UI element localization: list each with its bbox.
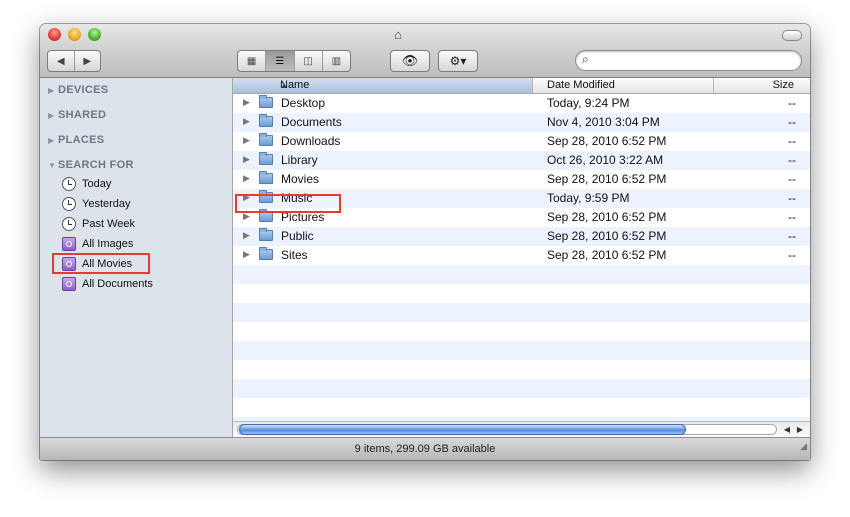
home-icon: ⌂ bbox=[394, 27, 402, 42]
sidebar-item-past-week[interactable]: Past Week bbox=[62, 215, 135, 233]
table-row[interactable]: ▶ Documents Nov 4, 2010 3:04 PM -- bbox=[233, 113, 810, 132]
folder-icon bbox=[259, 171, 273, 184]
view-mode-control: ▦ ☰ ◫ ▥ bbox=[237, 50, 351, 72]
list-view-button[interactable]: ☰ bbox=[265, 51, 294, 71]
clock-icon bbox=[62, 217, 76, 231]
cover-flow-view-button[interactable]: ▥ bbox=[321, 51, 350, 71]
disclosure-triangle-icon[interactable]: ▶ bbox=[243, 230, 250, 241]
table-row[interactable]: ▶ Public Sep 28, 2010 6:52 PM -- bbox=[233, 227, 810, 246]
file-rows: ▶ Desktop Today, 9:24 PM -- ▶ Documents Nov 4… bbox=[233, 94, 810, 424]
eye-icon: 👁 bbox=[401, 53, 419, 68]
sidebar-section-search-for[interactable]: ▼ SEARCH FOR bbox=[48, 159, 134, 171]
sidebar-section-shared[interactable]: ▶ SHARED bbox=[48, 109, 106, 121]
column-header-date-modified[interactable]: Date Modified bbox=[533, 78, 714, 93]
folder-icon bbox=[259, 133, 273, 146]
highlight-box-all-movies bbox=[52, 253, 150, 274]
folder-icon bbox=[259, 95, 273, 108]
column-header-name[interactable]: Name ▲ bbox=[233, 78, 533, 93]
zoom-window-button[interactable] bbox=[88, 28, 101, 41]
toolbar: ⌂ ◀ ▶ ▦ ☰ ◫ ▥ 👁 ⚙▾ ⌕ bbox=[40, 24, 810, 78]
back-forward-control: ◀ ▶ bbox=[47, 50, 101, 72]
table-row[interactable]: ▶ Movies Sep 28, 2010 6:52 PM -- bbox=[233, 170, 810, 189]
sidebar-item-all-images[interactable]: All Images bbox=[62, 235, 133, 253]
disclosure-triangle-icon[interactable]: ▶ bbox=[243, 116, 250, 127]
empty-row bbox=[233, 398, 810, 417]
disclosure-triangle-icon[interactable]: ▶ bbox=[243, 173, 250, 184]
sort-ascending-icon: ▲ bbox=[280, 81, 288, 90]
disclosure-triangle-icon[interactable]: ▼ bbox=[48, 161, 58, 170]
table-row[interactable]: ▶ Desktop Today, 9:24 PM -- bbox=[233, 94, 810, 113]
column-header-bar: Name ▲ Date Modified Size bbox=[233, 78, 810, 94]
empty-row bbox=[233, 379, 810, 398]
sidebar-item-today[interactable]: Today bbox=[62, 175, 111, 193]
status-text: 9 items, 299.09 GB available bbox=[354, 443, 496, 455]
empty-row bbox=[233, 265, 810, 284]
empty-row bbox=[233, 303, 810, 322]
smart-folder-icon bbox=[62, 237, 76, 251]
folder-icon bbox=[259, 247, 273, 260]
highlight-box-movies bbox=[235, 194, 341, 213]
disclosure-triangle-icon[interactable]: ▶ bbox=[243, 249, 250, 260]
search-icon: ⌕ bbox=[582, 52, 589, 66]
folder-icon bbox=[259, 152, 273, 165]
file-list-pane: Name ▲ Date Modified Size ▶ Desktop Today,… bbox=[233, 78, 810, 437]
finder-window: ⌂ ◀ ▶ ▦ ☰ ◫ ▥ 👁 ⚙▾ ⌕ ▶ DEVICES ▶ SHARED ▶ P… bbox=[40, 24, 810, 460]
back-button[interactable]: ◀ bbox=[48, 51, 74, 71]
scroll-left-arrow-icon[interactable]: ◀ bbox=[781, 423, 793, 436]
sidebar-section-places[interactable]: ▶ PLACES bbox=[48, 134, 104, 146]
horizontal-scrollbar[interactable]: ◀ ▶ bbox=[233, 421, 810, 437]
disclosure-triangle-icon[interactable]: ▶ bbox=[48, 86, 58, 95]
search-input[interactable] bbox=[598, 52, 792, 69]
empty-row bbox=[233, 360, 810, 379]
disclosure-triangle-icon[interactable]: ▶ bbox=[48, 136, 58, 145]
column-view-button[interactable]: ◫ bbox=[293, 51, 322, 71]
scrollbar-thumb[interactable] bbox=[239, 424, 686, 435]
column-header-size[interactable]: Size bbox=[714, 78, 810, 93]
clock-icon bbox=[62, 177, 76, 191]
disclosure-triangle-icon[interactable]: ▶ bbox=[243, 154, 250, 165]
sidebar-item-yesterday[interactable]: Yesterday bbox=[62, 195, 131, 213]
icon-view-button[interactable]: ▦ bbox=[238, 51, 265, 71]
search-field[interactable]: ⌕ bbox=[575, 50, 802, 71]
toolbar-toggle-button[interactable] bbox=[782, 30, 802, 41]
empty-row bbox=[233, 284, 810, 303]
resize-grip-icon[interactable]: ◢ bbox=[800, 435, 807, 458]
empty-row bbox=[233, 341, 810, 360]
smart-folder-icon bbox=[62, 277, 76, 291]
minimize-window-button[interactable] bbox=[68, 28, 81, 41]
sidebar-section-devices[interactable]: ▶ DEVICES bbox=[48, 84, 108, 96]
gear-icon: ⚙▾ bbox=[449, 54, 467, 68]
status-bar: 9 items, 299.09 GB available ◢ bbox=[40, 437, 810, 460]
folder-icon bbox=[259, 114, 273, 127]
sidebar-item-all-documents[interactable]: All Documents bbox=[62, 275, 153, 293]
forward-button[interactable]: ▶ bbox=[73, 51, 101, 71]
folder-icon bbox=[259, 228, 273, 241]
table-row[interactable]: ▶ Downloads Sep 28, 2010 6:52 PM -- bbox=[233, 132, 810, 151]
table-row[interactable]: ▶ Sites Sep 28, 2010 6:52 PM -- bbox=[233, 246, 810, 265]
disclosure-triangle-icon[interactable]: ▶ bbox=[243, 135, 250, 146]
sidebar: ▶ DEVICES ▶ SHARED ▶ PLACES ▼ SEARCH FOR Tod… bbox=[40, 78, 233, 437]
disclosure-triangle-icon[interactable]: ▶ bbox=[243, 97, 250, 108]
quick-look-button[interactable]: 👁 bbox=[390, 50, 430, 72]
action-menu-button[interactable]: ⚙▾ bbox=[438, 50, 478, 72]
disclosure-triangle-icon[interactable]: ▶ bbox=[48, 111, 58, 120]
table-row[interactable]: ▶ Library Oct 26, 2010 3:22 AM -- bbox=[233, 151, 810, 170]
close-window-button[interactable] bbox=[48, 28, 61, 41]
clock-icon bbox=[62, 197, 76, 211]
empty-row bbox=[233, 322, 810, 341]
